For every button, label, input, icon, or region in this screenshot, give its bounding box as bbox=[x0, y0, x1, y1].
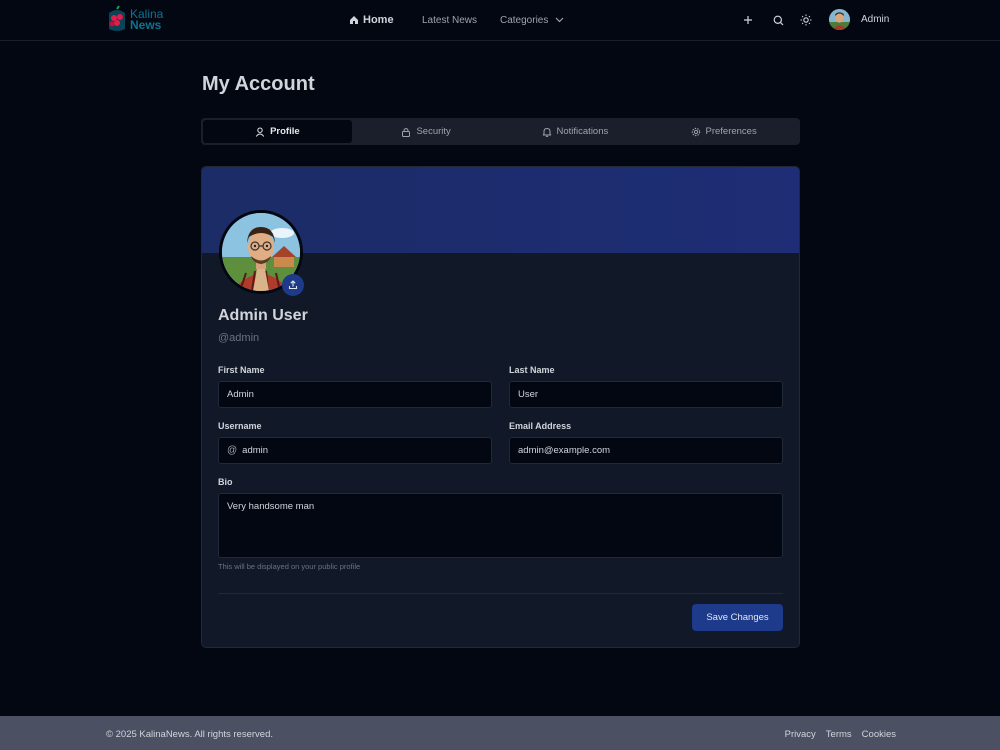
avatar-image bbox=[829, 9, 850, 30]
footer-link-cookies[interactable]: Cookies bbox=[862, 729, 896, 740]
gear-icon bbox=[691, 127, 700, 136]
profile-handle: @admin bbox=[218, 332, 260, 344]
last-name-label: Last Name bbox=[509, 365, 555, 375]
profile-display-name: Admin User bbox=[218, 307, 308, 324]
nav-latest-label: Latest News bbox=[422, 14, 478, 26]
footer-links: Privacy Terms Cookies bbox=[785, 729, 896, 740]
upload-icon bbox=[288, 280, 298, 290]
bio-hint: This will be displayed on your public pr… bbox=[218, 562, 361, 571]
footer-copyright: © 2025 KalinaNews. All rights reserved. bbox=[106, 729, 273, 740]
profile-card: Admin User @admin First Name Admin Last … bbox=[201, 166, 800, 648]
header-user-name[interactable]: Admin bbox=[861, 14, 889, 25]
upload-avatar-button[interactable] bbox=[282, 274, 304, 296]
last-name-value: User bbox=[518, 389, 539, 400]
user-icon bbox=[255, 127, 265, 137]
user-avatar[interactable] bbox=[829, 9, 850, 30]
tab-security-label: Security bbox=[416, 126, 451, 137]
bio-textarea[interactable]: Very handsome man bbox=[218, 493, 783, 558]
tab-security[interactable]: Security bbox=[352, 120, 501, 143]
tab-preferences-label: Preferences bbox=[705, 126, 757, 137]
logo-text-line2: News bbox=[130, 18, 162, 32]
tab-notifications-label: Notifications bbox=[556, 126, 609, 137]
home-icon bbox=[350, 16, 358, 24]
site-footer: © 2025 KalinaNews. All rights reserved. … bbox=[0, 716, 1000, 750]
site-logo[interactable]: Kalina News bbox=[106, 4, 166, 36]
email-value: admin@example.com bbox=[518, 445, 611, 456]
add-button[interactable] bbox=[741, 13, 755, 27]
chevron-down-icon bbox=[555, 17, 564, 23]
search-button[interactable] bbox=[771, 13, 785, 27]
search-icon bbox=[773, 15, 783, 25]
save-changes-button[interactable]: Save Changes bbox=[692, 604, 783, 631]
tab-profile[interactable]: Profile bbox=[203, 120, 352, 143]
nav-categories-label: Categories bbox=[500, 14, 549, 26]
username-label: Username bbox=[218, 421, 262, 431]
page-title: My Account bbox=[202, 73, 315, 95]
account-tabs: Profile Security Notifications Preferenc… bbox=[201, 118, 800, 145]
first-name-label: First Name bbox=[218, 365, 265, 375]
tab-profile-label: Profile bbox=[270, 126, 300, 137]
bell-icon bbox=[542, 127, 551, 137]
top-navbar: Kalina News Home Latest News Categories … bbox=[0, 0, 1000, 41]
first-name-value: Admin bbox=[227, 389, 254, 400]
nav-latest-news[interactable]: Latest News bbox=[422, 0, 477, 40]
last-name-field[interactable]: User bbox=[509, 381, 783, 408]
email-label: Email Address bbox=[509, 421, 572, 431]
footer-link-terms[interactable]: Terms bbox=[826, 729, 852, 740]
form-divider bbox=[218, 593, 783, 594]
berry-logo-icon bbox=[109, 5, 125, 31]
tab-preferences[interactable]: Preferences bbox=[649, 120, 798, 143]
username-value: admin bbox=[242, 445, 269, 456]
footer-link-privacy[interactable]: Privacy bbox=[785, 729, 816, 740]
sun-icon bbox=[800, 14, 812, 26]
theme-toggle-button[interactable] bbox=[799, 13, 813, 27]
nav-categories-dropdown[interactable]: Categories bbox=[500, 0, 564, 40]
bio-value: Very handsome man bbox=[227, 501, 315, 512]
tab-notifications[interactable]: Notifications bbox=[501, 120, 650, 143]
lock-icon bbox=[402, 127, 411, 137]
bio-label: Bio bbox=[218, 477, 233, 487]
username-field[interactable]: @ admin bbox=[218, 437, 492, 464]
first-name-field[interactable]: Admin bbox=[218, 381, 492, 408]
plus-icon bbox=[744, 16, 752, 24]
email-field[interactable]: admin@example.com bbox=[509, 437, 783, 464]
nav-home-label: Home bbox=[363, 14, 394, 26]
at-sign-icon: @ bbox=[227, 445, 238, 456]
nav-home[interactable]: Home bbox=[349, 0, 394, 40]
